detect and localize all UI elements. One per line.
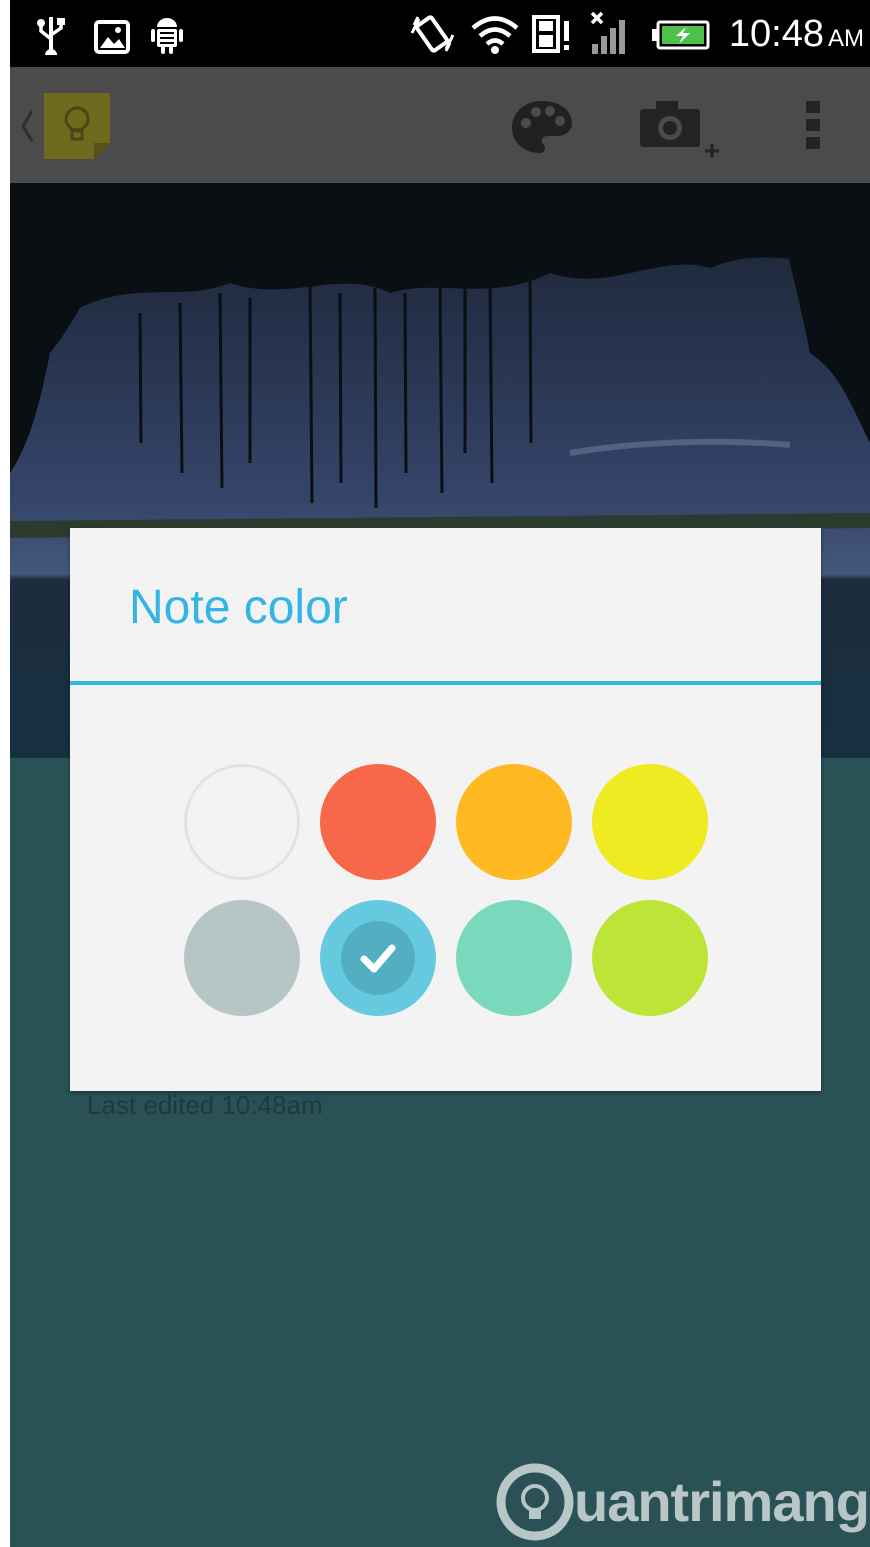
phone-screen: 10:48 AM Last edited 10:48am Note color …: [10, 0, 870, 1547]
palette-icon[interactable]: [510, 99, 574, 155]
color-swatch-yellow[interactable]: [592, 764, 708, 880]
note-color-dialog: Note color: [70, 528, 821, 1091]
sd-card-icon: [532, 15, 569, 53]
color-swatch-green[interactable]: [592, 900, 708, 1016]
add-camera-icon[interactable]: [638, 97, 722, 163]
color-swatch-blue[interactable]: [320, 900, 436, 1016]
lightbulb-logo-icon: [496, 1463, 574, 1541]
dialog-title-divider: [70, 681, 821, 685]
battery-charging-icon: [652, 20, 710, 50]
signal-icon: [590, 11, 625, 54]
vibrate-icon: [410, 15, 455, 53]
overflow-menu-icon[interactable]: [804, 99, 822, 151]
usb-icon: [37, 17, 65, 55]
status-clock: 10:48 AM: [729, 14, 864, 59]
color-swatch-orange[interactable]: [456, 764, 572, 880]
action-bar: [10, 67, 870, 183]
clock-time: 10:48: [728, 13, 824, 55]
watermark-text: uantrimang: [574, 1470, 870, 1533]
selected-check: [341, 921, 415, 995]
keep-app-icon[interactable]: [42, 91, 112, 161]
picture-icon: [94, 20, 130, 54]
android-debug-icon: [151, 18, 183, 54]
checkmark-icon: [360, 944, 396, 973]
dialog-title: Note color: [129, 581, 348, 634]
color-swatch-teal[interactable]: [456, 900, 572, 1016]
clock-ampm: AM: [828, 25, 864, 52]
status-bar: 10:48 AM: [10, 0, 870, 67]
watermark: uantrimang: [490, 1455, 870, 1547]
color-swatch-red[interactable]: [320, 764, 436, 880]
color-swatch-white[interactable]: [184, 764, 300, 880]
color-swatch-gray[interactable]: [184, 900, 300, 1016]
back-chevron-icon[interactable]: [20, 109, 34, 143]
last-edited-text: Last edited 10:48am: [87, 1090, 323, 1120]
wifi-icon: [471, 16, 519, 54]
